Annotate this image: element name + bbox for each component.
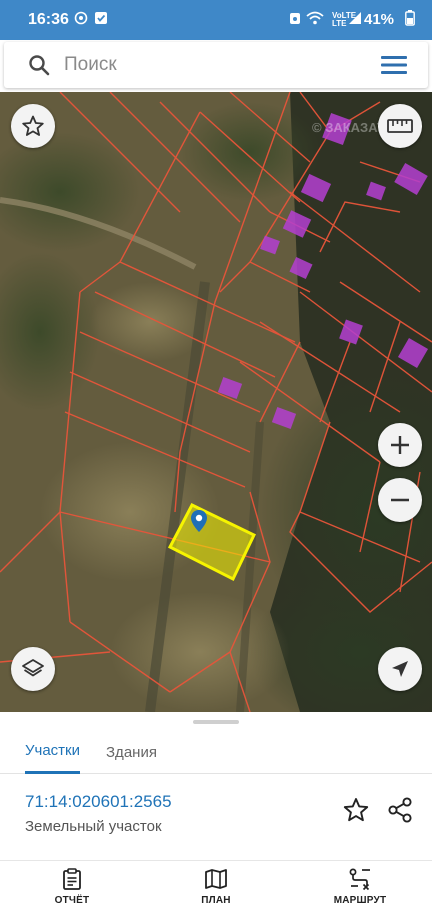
satellite-map[interactable]: © ЗАКАЗАТЬ	[0, 92, 432, 712]
alarm-status-icon	[290, 13, 300, 24]
route-icon	[349, 868, 370, 891]
location-status-icon	[74, 11, 88, 25]
nav-route[interactable]: МАРШРУТ	[310, 861, 410, 910]
ruler-icon	[387, 119, 413, 133]
my-location-button[interactable]	[378, 647, 422, 691]
wifi-icon	[306, 11, 324, 25]
layers-icon	[22, 659, 44, 677]
parcel-type-label: Земельный участок	[25, 818, 162, 835]
search-icon[interactable]	[28, 54, 50, 76]
nav-report[interactable]: ОТЧЁТ	[22, 861, 122, 910]
search-input[interactable]	[64, 52, 364, 78]
favorite-star-button[interactable]	[11, 104, 55, 148]
search-bar	[4, 42, 428, 88]
star-icon	[22, 115, 44, 136]
battery-icon	[405, 10, 415, 26]
parcel-cadastral-number[interactable]: 71:14:020601:2565	[25, 792, 172, 812]
bottom-navigation: ОТЧЁТ ПЛАН МАРШРУТ	[0, 860, 432, 910]
signal-icon	[349, 12, 361, 24]
notification-check-icon	[95, 12, 107, 24]
tab-buildings[interactable]: Здания	[106, 730, 157, 774]
zoom-out-button[interactable]	[378, 478, 422, 522]
parcel-info-sheet: Участки Здания 71:14:020601:2565 Земельн…	[0, 712, 432, 860]
nav-plan-label: ПЛАН	[201, 895, 231, 906]
share-icon[interactable]	[386, 796, 414, 824]
navigation-arrow-icon	[392, 661, 408, 677]
map-plan-icon	[205, 869, 227, 889]
report-icon	[63, 868, 81, 890]
minus-icon	[391, 498, 409, 502]
lte-label: LTE	[332, 19, 347, 28]
ruler-button[interactable]	[378, 104, 422, 148]
nav-route-label: МАРШРУТ	[333, 895, 387, 906]
tab-parcels[interactable]: Участки	[25, 730, 80, 774]
map-canvas	[0, 92, 432, 712]
layers-button[interactable]	[11, 647, 55, 691]
status-time: 16:36	[28, 11, 69, 28]
nav-plan[interactable]: ПЛАН	[166, 861, 266, 910]
status-bar: 16:36 VoLTE LTE 41%	[0, 0, 432, 40]
battery-percent: 41%	[364, 11, 395, 28]
menu-icon[interactable]	[380, 55, 408, 75]
sheet-drag-handle[interactable]	[193, 720, 239, 724]
zoom-in-button[interactable]	[378, 423, 422, 467]
plus-icon	[391, 436, 409, 454]
nav-report-label: ОТЧЁТ	[54, 895, 90, 906]
tabs-bar: Участки Здания	[0, 730, 432, 774]
star-icon[interactable]	[342, 796, 370, 824]
